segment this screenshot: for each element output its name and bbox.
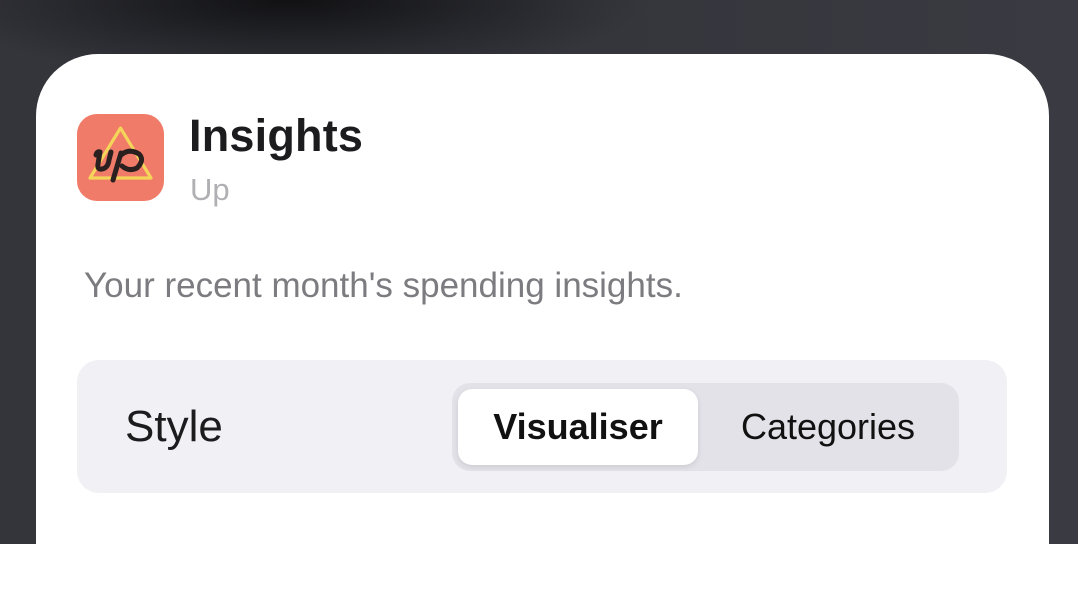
widget-description: Your recent month's spending insights.	[84, 266, 683, 305]
style-segmented-control: Visualiser Categories	[452, 383, 959, 471]
style-setting-row: Style Visualiser Categories	[77, 360, 1007, 493]
widget-title: Insights	[189, 110, 364, 161]
segment-categories[interactable]: Categories	[702, 389, 954, 465]
up-app-icon	[77, 114, 164, 201]
style-label: Style	[125, 402, 223, 451]
app-name-subtitle: Up	[190, 172, 230, 207]
segment-visualiser[interactable]: Visualiser	[458, 389, 698, 465]
widget-config-sheet: Insights Up Your recent month's spending…	[36, 54, 1049, 614]
